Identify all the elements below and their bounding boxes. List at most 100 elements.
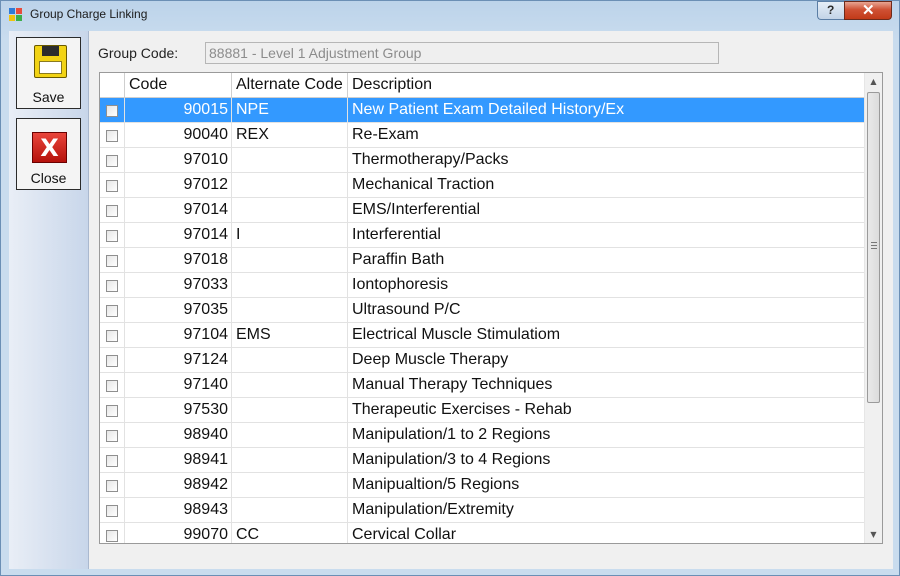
row-checkbox[interactable] xyxy=(106,230,118,242)
row-checkbox[interactable] xyxy=(106,480,118,492)
row-checkbox[interactable] xyxy=(106,430,118,442)
save-label: Save xyxy=(32,89,65,105)
alternate-code-cell xyxy=(232,398,348,423)
table-row[interactable]: 97018 Paraffin Bath xyxy=(100,248,864,273)
description-cell: EMS/Interferential xyxy=(352,201,481,218)
description-cell: Therapeutic Exercises - Rehab xyxy=(352,401,572,418)
description-column-header[interactable]: Description xyxy=(348,73,864,98)
code-cell: 99070 xyxy=(125,523,232,543)
table-row[interactable]: 97530 Therapeutic Exercises - Rehab xyxy=(100,398,864,423)
table-row[interactable]: 97010 Thermotherapy/Packs xyxy=(100,148,864,173)
code-cell: 97035 xyxy=(125,298,232,323)
close-icon: ✕ xyxy=(862,2,875,19)
close-button[interactable]: X Close xyxy=(16,118,81,190)
alternate-code-cell xyxy=(232,248,348,273)
code-column-header[interactable]: Code xyxy=(125,73,232,98)
table-row[interactable]: 90015 NPE New Patient Exam Detailed Histor… xyxy=(100,98,864,123)
description-cell: New Patient Exam Detailed History/Ex xyxy=(352,101,625,118)
description-cell: Ultrasound P/C xyxy=(352,301,461,318)
alternate-code-cell xyxy=(232,148,348,173)
table-row[interactable]: 97035 Ultrasound P/C xyxy=(100,298,864,323)
description-cell: Manual Therapy Techniques xyxy=(352,376,553,393)
row-checkbox-cell xyxy=(100,98,125,123)
row-checkbox-cell xyxy=(100,298,125,323)
row-checkbox[interactable] xyxy=(106,455,118,467)
checkbox-header[interactable] xyxy=(100,73,125,98)
window-close-button[interactable]: ✕ xyxy=(844,1,892,20)
row-checkbox[interactable] xyxy=(106,180,118,192)
row-checkbox-cell xyxy=(100,423,125,448)
help-button[interactable]: ? xyxy=(817,1,844,20)
table-row[interactable]: 98943 Manipulation/Extremity xyxy=(100,498,864,523)
table-row[interactable]: 98941 Manipulation/3 to 4 Regions xyxy=(100,448,864,473)
table-row[interactable]: 99070 CC Cervical Collar xyxy=(100,523,864,543)
group-code-field[interactable]: 88881 - Level 1 Adjustment Group xyxy=(205,42,719,64)
alternate-code-column-header[interactable]: Alternate Code xyxy=(232,73,348,98)
table-row[interactable]: 97124 Deep Muscle Therapy xyxy=(100,348,864,373)
description-cell: Interferential xyxy=(352,226,441,243)
description-cell: Cervical Collar xyxy=(352,526,457,543)
table-row[interactable]: 97012 Mechanical Traction xyxy=(100,173,864,198)
charge-grid: Code Alternate Code Description 90015 NPE… xyxy=(99,72,883,544)
row-checkbox[interactable] xyxy=(106,505,118,517)
row-checkbox[interactable] xyxy=(106,405,118,417)
row-checkbox[interactable] xyxy=(106,355,118,367)
close-label: Close xyxy=(30,170,67,186)
floppy-disk-icon xyxy=(34,45,67,78)
alternate-code-cell xyxy=(232,173,348,198)
table-row[interactable]: 98940 Manipulation/1 to 2 Regions xyxy=(100,423,864,448)
alternate-code-cell xyxy=(232,198,348,223)
row-checkbox-cell xyxy=(100,348,125,373)
code-cell: 97124 xyxy=(125,348,232,373)
row-checkbox[interactable] xyxy=(106,255,118,267)
scroll-up-arrow-icon[interactable]: ▲ xyxy=(865,73,882,90)
table-row[interactable]: 90040 REX Re-Exam xyxy=(100,123,864,148)
save-button[interactable]: Save xyxy=(16,37,81,109)
table-row[interactable]: 97014 I Interferential xyxy=(100,223,864,248)
grip-icon xyxy=(871,242,877,249)
table-row[interactable]: 97104 EMS Electrical Muscle Stimulatiom xyxy=(100,323,864,348)
description-cell: Manipulation/Extremity xyxy=(352,501,514,518)
grid-body: 90015 NPE New Patient Exam Detailed Histor… xyxy=(100,98,864,543)
row-checkbox[interactable] xyxy=(106,530,118,542)
row-checkbox[interactable] xyxy=(106,105,118,117)
title-bar[interactable]: Group Charge Linking ? ✕ xyxy=(1,1,899,29)
row-checkbox[interactable] xyxy=(106,155,118,167)
scrollbar-thumb[interactable] xyxy=(867,92,880,403)
table-row[interactable]: 97033 Iontophoresis xyxy=(100,273,864,298)
row-checkbox-cell xyxy=(100,173,125,198)
code-cell: 97033 xyxy=(125,273,232,298)
row-checkbox[interactable] xyxy=(106,130,118,142)
row-checkbox[interactable] xyxy=(106,380,118,392)
alternate-code-cell xyxy=(232,348,348,373)
alternate-code-cell xyxy=(232,423,348,448)
code-cell: 98940 xyxy=(125,423,232,448)
row-checkbox[interactable] xyxy=(106,280,118,292)
code-cell: 97018 xyxy=(125,248,232,273)
row-checkbox[interactable] xyxy=(106,305,118,317)
scroll-down-arrow-icon[interactable]: ▼ xyxy=(865,526,882,543)
description-cell: Iontophoresis xyxy=(352,276,449,293)
table-row[interactable]: 97014 EMS/Interferential xyxy=(100,198,864,223)
row-checkbox-cell xyxy=(100,248,125,273)
row-checkbox-cell xyxy=(100,448,125,473)
app-icon xyxy=(9,8,23,22)
row-checkbox[interactable] xyxy=(106,205,118,217)
window-title: Group Charge Linking xyxy=(30,7,148,21)
description-cell: Electrical Muscle Stimulatiom xyxy=(352,326,561,343)
description-cell: Manipualtion/5 Regions xyxy=(352,476,520,493)
row-checkbox-cell xyxy=(100,223,125,248)
description-cell: Deep Muscle Therapy xyxy=(352,351,509,368)
row-checkbox[interactable] xyxy=(106,330,118,342)
code-cell: 97530 xyxy=(125,398,232,423)
row-checkbox-cell xyxy=(100,373,125,398)
code-cell: 97012 xyxy=(125,173,232,198)
code-cell: 97104 xyxy=(125,323,232,348)
help-icon: ? xyxy=(827,3,835,17)
vertical-scrollbar[interactable]: ▲ ▼ xyxy=(864,73,882,543)
row-checkbox-cell xyxy=(100,198,125,223)
table-row[interactable]: 97140 Manual Therapy Techniques xyxy=(100,373,864,398)
code-cell: 98943 xyxy=(125,498,232,523)
table-row[interactable]: 98942 Manipualtion/5 Regions xyxy=(100,473,864,498)
alternate-code-cell: REX xyxy=(232,123,348,148)
